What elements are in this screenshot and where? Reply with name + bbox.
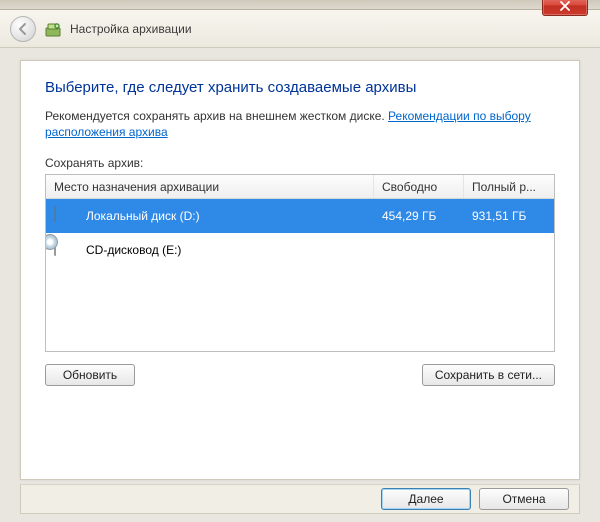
arrow-left-icon xyxy=(16,22,30,36)
column-free[interactable]: Свободно xyxy=(374,175,464,198)
back-button[interactable] xyxy=(10,16,36,42)
next-button[interactable]: Далее xyxy=(381,488,471,510)
description-text: Рекомендуется сохранять архив на внешнем… xyxy=(45,109,388,123)
close-icon xyxy=(559,1,571,11)
table-row[interactable]: CD-дисковод (E:) xyxy=(46,233,554,267)
row-name: CD-дисковод (E:) xyxy=(86,243,181,257)
close-button[interactable] xyxy=(542,0,588,16)
table-header: Место назначения архивации Свободно Полн… xyxy=(46,175,554,199)
column-size[interactable]: Полный р... xyxy=(464,175,554,198)
description: Рекомендуется сохранять архив на внешнем… xyxy=(45,108,555,140)
save-network-button[interactable]: Сохранить в сети... xyxy=(422,364,555,386)
content-panel: Выберите, где следует хранить создаваемы… xyxy=(20,60,580,480)
row-name: Локальный диск (D:) xyxy=(86,209,200,223)
heading: Выберите, где следует хранить создаваемы… xyxy=(45,79,555,96)
row-size: 931,51 ГБ xyxy=(464,209,554,223)
hdd-icon xyxy=(54,207,78,225)
cancel-button[interactable]: Отмена xyxy=(479,488,569,510)
row-free: 454,29 ГБ xyxy=(374,209,464,223)
footer: Далее Отмена xyxy=(20,484,580,514)
save-label: Сохранять архив: xyxy=(45,156,555,170)
archive-icon xyxy=(44,20,62,38)
navbar: Настройка архивации xyxy=(0,10,600,48)
refresh-button[interactable]: Обновить xyxy=(45,364,135,386)
page-title: Настройка архивации xyxy=(70,22,192,36)
column-destination[interactable]: Место назначения архивации xyxy=(46,175,374,198)
titlebar xyxy=(0,0,600,10)
destination-table: Место назначения архивации Свободно Полн… xyxy=(45,174,555,352)
cd-drive-icon xyxy=(54,241,78,259)
table-row[interactable]: Локальный диск (D:) 454,29 ГБ 931,51 ГБ xyxy=(46,199,554,233)
